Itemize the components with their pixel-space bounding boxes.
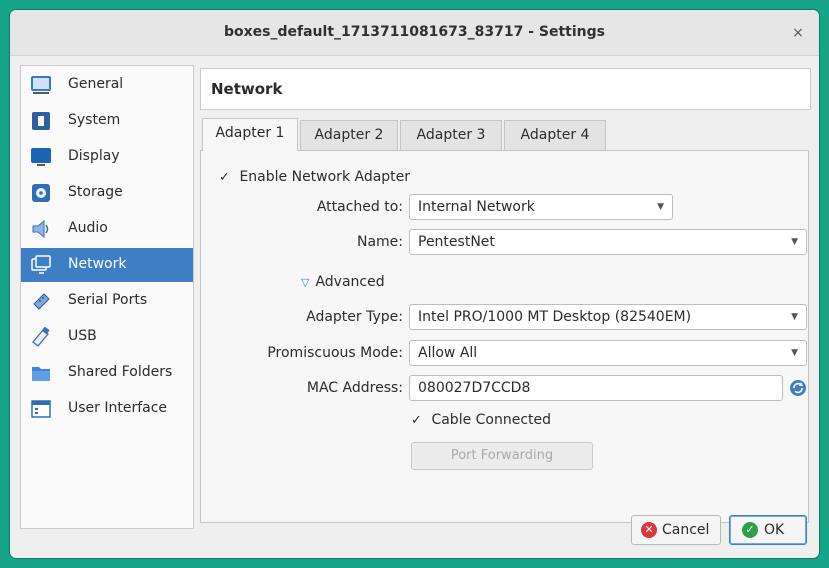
settings-sidebar: General System Display Storage Audio Net… [20, 65, 194, 529]
promiscuous-mode-label: Promiscuous Mode: [267, 345, 403, 361]
enable-adapter-label: Enable Network Adapter [239, 169, 411, 185]
ok-label: OK [764, 522, 785, 538]
sidebar-item-label: General [68, 76, 124, 92]
sidebar-item-shared-folders[interactable]: Shared Folders [21, 356, 193, 390]
sidebar-item-label: System [68, 112, 121, 128]
network-icon [31, 255, 51, 274]
window-title: boxes_default_1713711081673_83717 - Sett… [224, 24, 605, 40]
cancel-button[interactable]: ✕ Cancel [631, 515, 721, 545]
advanced-label: Advanced [315, 274, 385, 290]
tab-adapter-4[interactable]: Adapter 4 [504, 120, 606, 150]
port-forwarding-label: Port Forwarding [450, 448, 554, 463]
attached-to-select[interactable]: Internal Network ▼ [409, 194, 673, 220]
sidebar-item-label: Serial Ports [68, 292, 148, 308]
sidebar-item-user-interface[interactable]: User Interface [21, 392, 193, 426]
tab-label: Adapter 4 [520, 127, 590, 143]
sidebar-item-network[interactable]: Network [21, 248, 193, 282]
enable-adapter-checkbox[interactable]: ✓ Enable Network Adapter [219, 169, 410, 185]
tab-label: Adapter 3 [416, 127, 486, 143]
adapter-type-label: Adapter Type: [306, 309, 403, 325]
sidebar-item-usb[interactable]: USB [21, 320, 193, 354]
cancel-label: Cancel [662, 522, 710, 538]
sidebar-item-label: USB [68, 328, 97, 344]
audio-icon [32, 219, 49, 239]
mac-address-label: MAC Address: [306, 380, 403, 396]
advanced-toggle[interactable]: ▽ Advanced [301, 274, 385, 290]
sidebar-item-label: Audio [68, 220, 108, 236]
system-icon [32, 112, 50, 130]
mac-address-value: 080027D7CCD8 [418, 380, 531, 396]
chevron-down-icon: ▼ [791, 237, 798, 247]
tab-label: Adapter 1 [215, 125, 285, 141]
close-icon: × [792, 25, 804, 41]
port-forwarding-button[interactable]: Port Forwarding [411, 442, 593, 470]
tab-label: Adapter 2 [314, 127, 384, 143]
disclosure-triangle-icon: ▽ [301, 276, 310, 289]
adapter-type-value: Intel PRO/1000 MT Desktop (82540EM) [418, 309, 692, 325]
adapter-type-select[interactable]: Intel PRO/1000 MT Desktop (82540EM) ▼ [409, 304, 807, 330]
sidebar-item-label: User Interface [68, 400, 168, 416]
display-icon [31, 148, 51, 166]
cable-connected-checkbox[interactable]: ✓ Cable Connected [411, 412, 551, 428]
chevron-down-icon: ▼ [657, 202, 664, 212]
page-title: Network [211, 80, 283, 98]
general-icon [31, 76, 51, 94]
sidebar-item-serial-ports[interactable]: Serial Ports [21, 284, 193, 318]
mac-address-field[interactable]: 080027D7CCD8 [409, 375, 783, 401]
adapter-tabs: Adapter 1 Adapter 2 Adapter 3 Adapter 4 [202, 118, 622, 151]
sidebar-item-label: Display [68, 148, 120, 164]
network-name-select[interactable]: PentestNet ▼ [409, 229, 807, 255]
settings-dialog: boxes_default_1713711081673_83717 - Sett… [10, 10, 819, 558]
checkmark-icon: ✓ [219, 170, 230, 185]
promiscuous-mode-value: Allow All [418, 345, 478, 361]
user-interface-icon [31, 400, 51, 418]
sidebar-item-display[interactable]: Display [21, 140, 193, 174]
shared-folders-icon [32, 367, 50, 381]
usb-icon [32, 326, 50, 347]
tab-adapter-1[interactable]: Adapter 1 [202, 118, 298, 151]
chevron-down-icon: ▼ [791, 348, 798, 358]
ok-icon: ✓ [742, 522, 758, 538]
sidebar-item-label: Storage [68, 184, 123, 200]
page-header: Network [200, 68, 811, 110]
cable-connected-label: Cable Connected [431, 412, 552, 428]
serial-ports-icon [33, 293, 50, 310]
name-label: Name: [356, 234, 403, 250]
network-name-value: PentestNet [418, 234, 495, 250]
checkmark-icon: ✓ [411, 413, 422, 428]
close-button[interactable]: × [787, 22, 809, 44]
refresh-mac-icon[interactable] [789, 379, 807, 397]
sidebar-item-system[interactable]: System [21, 104, 193, 138]
sidebar-item-storage[interactable]: Storage [21, 176, 193, 210]
sidebar-item-audio[interactable]: Audio [21, 212, 193, 246]
tab-adapter-2[interactable]: Adapter 2 [300, 120, 398, 150]
ok-button[interactable]: ✓ OK [729, 515, 807, 545]
storage-icon [32, 184, 50, 202]
sidebar-item-label: Network [68, 256, 127, 272]
title-bar: boxes_default_1713711081673_83717 - Sett… [10, 10, 819, 56]
tab-adapter-3[interactable]: Adapter 3 [400, 120, 502, 150]
adapter-panel: ✓ Enable Network Adapter Attached to: In… [200, 150, 809, 523]
cancel-icon: ✕ [641, 522, 657, 538]
sidebar-item-general[interactable]: General [21, 68, 193, 102]
attached-to-value: Internal Network [418, 199, 535, 215]
attached-to-label: Attached to: [316, 199, 403, 215]
sidebar-item-label: Shared Folders [68, 364, 173, 380]
promiscuous-mode-select[interactable]: Allow All ▼ [409, 340, 807, 366]
chevron-down-icon: ▼ [791, 312, 798, 322]
